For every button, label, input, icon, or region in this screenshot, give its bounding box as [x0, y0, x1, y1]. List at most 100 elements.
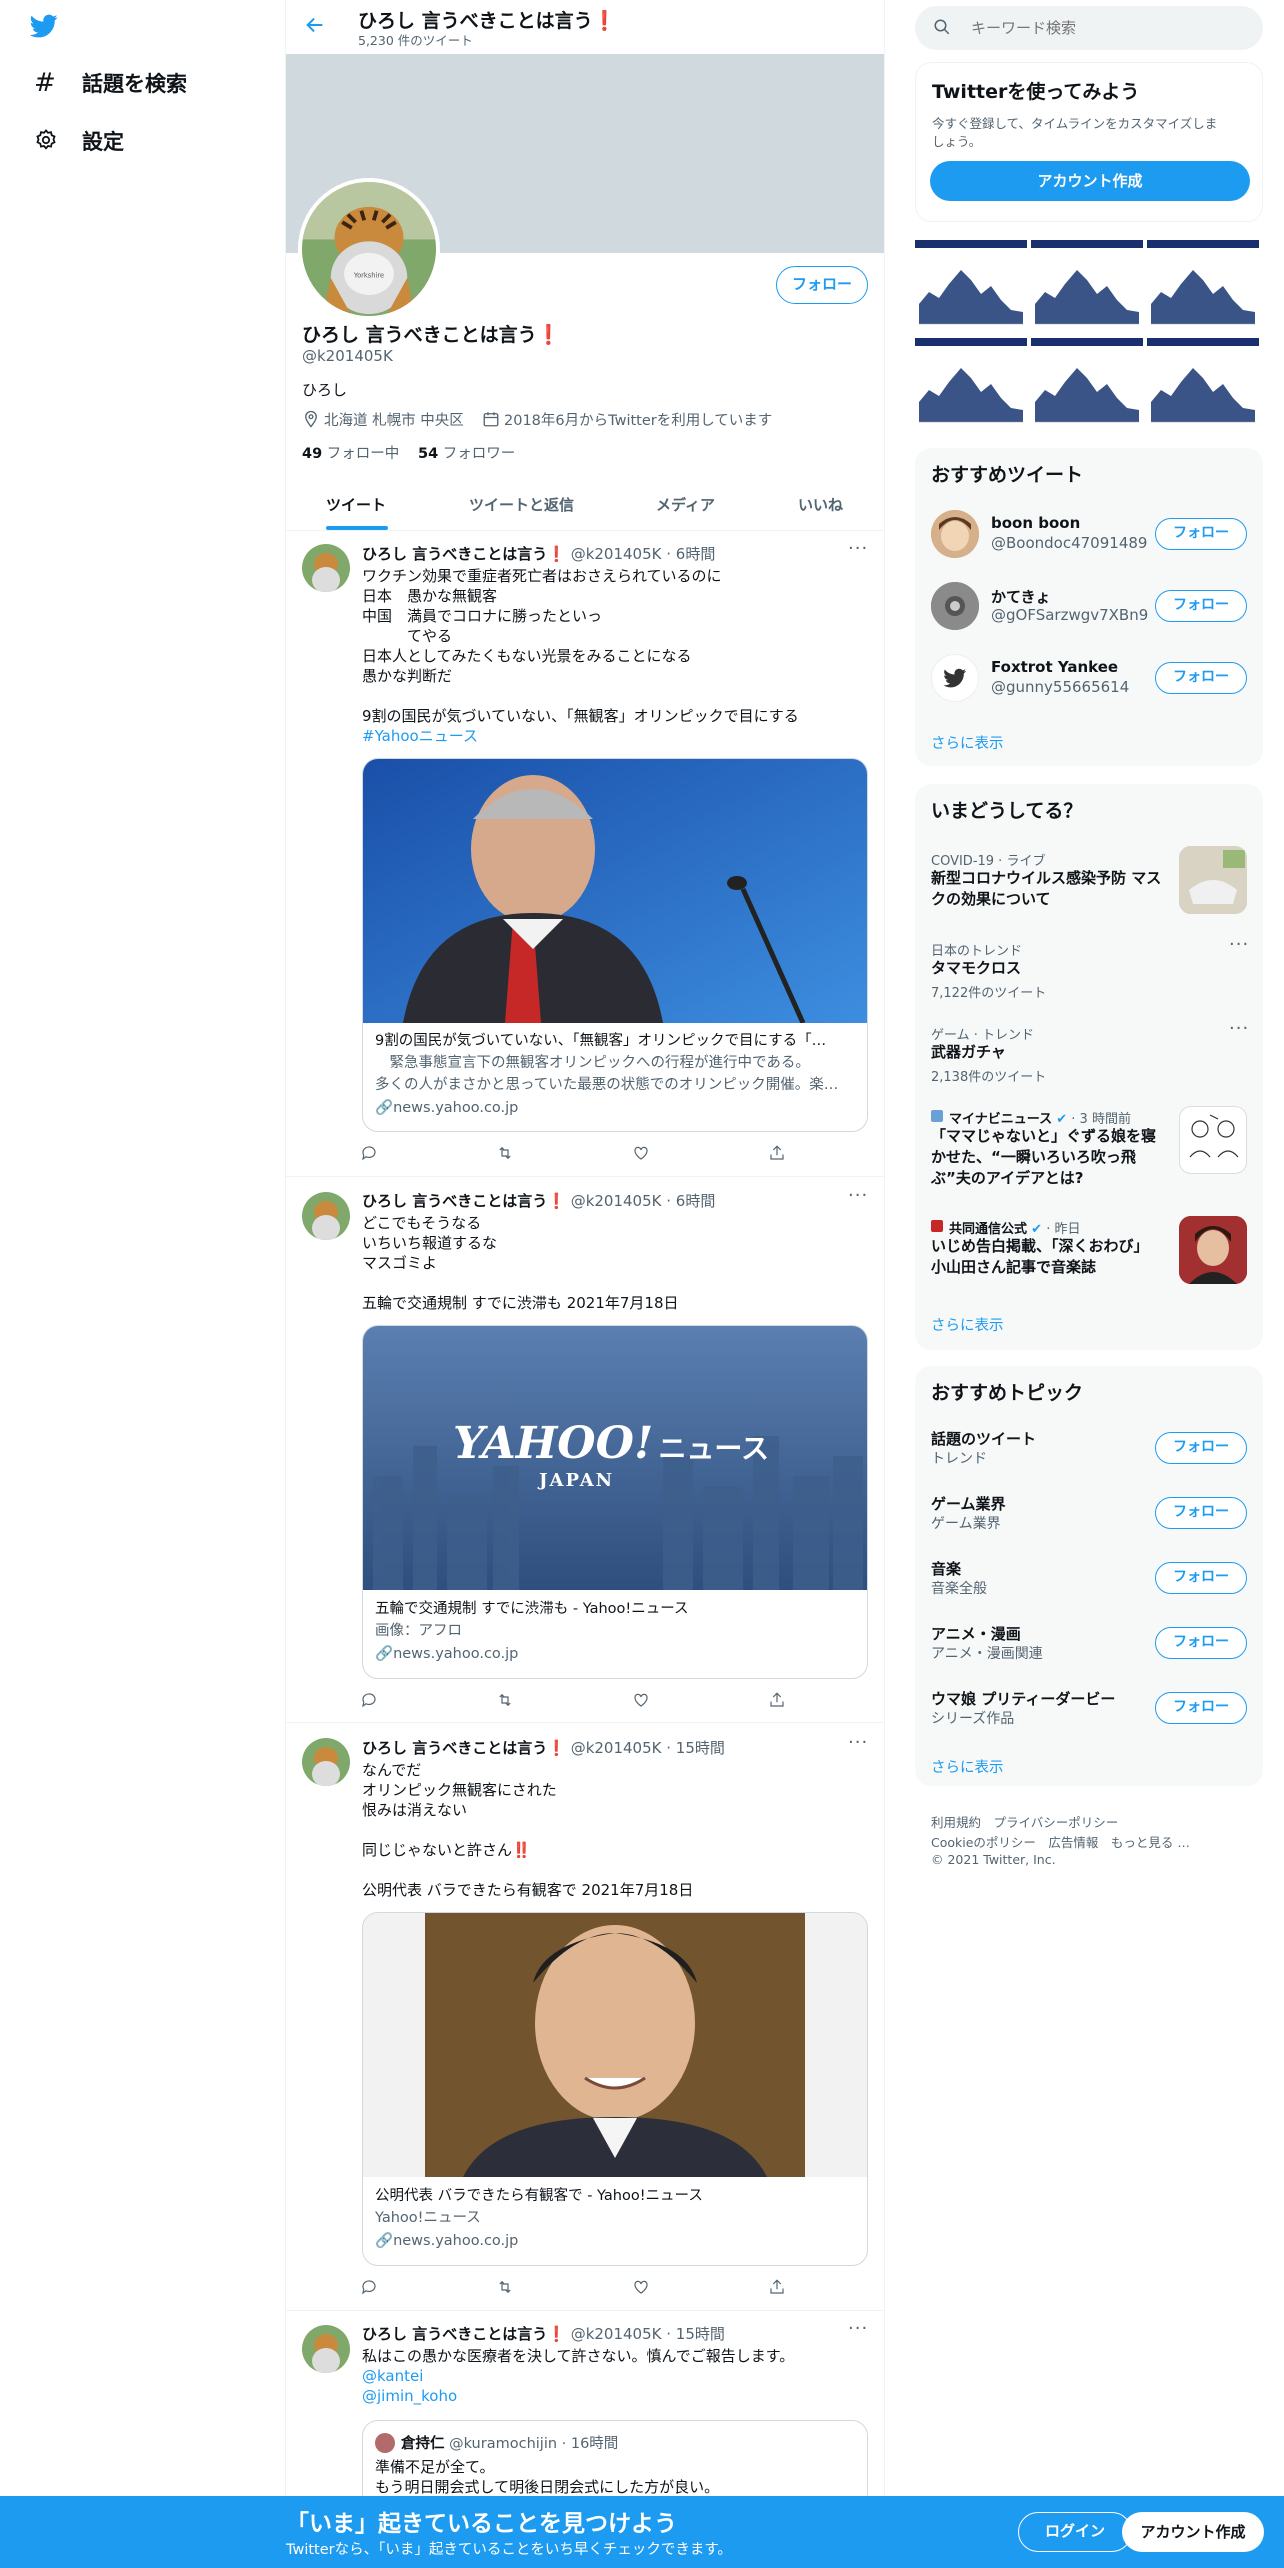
tweet-time[interactable]: · 15時間 [666, 1739, 725, 1757]
user-avatar[interactable] [931, 510, 979, 558]
user-handle: @Boondoc47091489 [991, 534, 1148, 552]
follow-button[interactable]: フォロー [1155, 590, 1247, 622]
followers-link[interactable]: 54 フォロワー [418, 442, 515, 463]
trend-title[interactable]: 新型コロナウイルス感染予防 マス クの効果について [931, 868, 1161, 910]
more-icon[interactable]: ··· [1229, 1018, 1249, 1039]
tweet-header: ひろし 言うべきことは言う❗ @k201405K · 15時間 [362, 1737, 725, 1758]
search-box[interactable] [915, 6, 1263, 50]
reply-icon[interactable] [360, 1691, 382, 1713]
retweet-icon[interactable] [496, 1691, 518, 1713]
tweet-avatar[interactable] [302, 2325, 350, 2373]
reply-icon[interactable] [360, 1144, 382, 1166]
like-icon[interactable] [632, 2278, 654, 2300]
user-avatar[interactable] [931, 582, 979, 630]
more-icon[interactable]: ··· [848, 1732, 868, 1753]
signup-button[interactable]: アカウント作成 [1122, 2512, 1264, 2552]
center-column-border-left [285, 0, 286, 2568]
following-label: フォロー中 [322, 446, 400, 462]
topic-title[interactable]: ウマ娘 プリティーダービー [931, 1688, 1115, 1709]
tweet-author[interactable]: ひろし 言うべきことは言う❗ [362, 1739, 566, 1757]
signup-button[interactable]: アカウント作成 [930, 161, 1250, 201]
topic-title[interactable]: 音楽 [931, 1558, 961, 1579]
follow-button[interactable]: フォロー [1155, 1432, 1247, 1464]
back-arrow-icon[interactable] [304, 14, 328, 38]
follow-button[interactable]: フォロー [1155, 1562, 1247, 1594]
topic-title[interactable]: 話題のツイート [931, 1428, 1036, 1449]
quote-header: 倉持仁 @kuramochijin · 16時間 [401, 2432, 618, 2453]
more-icon[interactable]: ··· [848, 538, 868, 559]
following-link[interactable]: 49 フォロー中 [302, 442, 399, 463]
follow-button[interactable]: フォロー [1155, 1627, 1247, 1659]
nav-settings[interactable]: 設定 [34, 126, 124, 156]
signup-desc: しょう。 [932, 134, 982, 149]
tweet-time[interactable]: · 6時間 [666, 545, 715, 563]
footer-links[interactable]: 利用規約 プライバシーポリシー [931, 1812, 1118, 1831]
user-name[interactable]: boon boon [991, 514, 1080, 532]
link-card[interactable]: YAHOO! ニュース JAPAN 五輪で交通規制 すでに渋滞も - Yahoo… [362, 1325, 868, 1679]
location-icon [302, 410, 320, 428]
nav-explore[interactable]: # 話題を検索 [34, 68, 187, 98]
trend-title[interactable]: 武器ガチャ [931, 1042, 1006, 1063]
topic-title[interactable]: ゲーム業界 [931, 1493, 1006, 1514]
twitter-logo-icon[interactable] [28, 12, 64, 42]
show-more-link[interactable]: さらに表示 [931, 1314, 1004, 1335]
topic-title[interactable]: アニメ・漫画 [931, 1623, 1021, 1644]
tweet-handle[interactable]: @k201405K [571, 2325, 662, 2343]
tweet-time[interactable]: · 15時間 [666, 2325, 725, 2343]
tweet-text-line: ワクチン効果で重症者死亡者はおさえられているのに [362, 567, 722, 585]
follow-button[interactable]: フォロー [776, 266, 868, 304]
follow-button[interactable]: フォロー [1155, 518, 1247, 550]
tab-media[interactable]: メディア [656, 494, 715, 515]
tweet-handle[interactable]: @k201405K [571, 545, 662, 563]
quote-author: 倉持仁 [401, 2436, 445, 2452]
footer-links[interactable]: Cookieのポリシー 広告情報 もっと見る … [931, 1832, 1190, 1851]
mention-link[interactable]: @jimin_koho [362, 2386, 457, 2406]
share-icon[interactable] [768, 1144, 790, 1166]
tweet-author[interactable]: ひろし 言うべきことは言う❗ [362, 545, 566, 563]
trend-title[interactable]: タマモクロス [931, 958, 1021, 979]
tweet-avatar[interactable] [302, 1738, 350, 1786]
like-icon[interactable] [632, 1691, 654, 1713]
share-icon[interactable] [768, 2278, 790, 2300]
tweet-handle[interactable]: @k201405K [571, 1192, 662, 1210]
tweet-author[interactable]: ひろし 言うべきことは言う❗ [362, 2325, 566, 2343]
follow-button[interactable]: フォロー [1155, 1692, 1247, 1724]
user-avatar[interactable] [931, 654, 979, 702]
link-card[interactable]: 9割の国民が気づいていない、「無観客」オリンピックで目にする「… 緊急事態宣言下… [362, 758, 868, 1132]
user-name[interactable]: かてきょ [991, 586, 1051, 607]
card-desc: 画像：アフロ [375, 1623, 462, 1639]
media-grid[interactable] [914, 239, 1263, 430]
tweet-avatar[interactable] [302, 1192, 350, 1240]
tweet-avatar[interactable] [302, 544, 350, 592]
search-input[interactable] [971, 16, 1241, 40]
show-more-link[interactable]: さらに表示 [931, 1756, 1004, 1777]
trend-title[interactable]: いじめ告白掲載、「深くおわび」 小山田さん記事で音楽誌 [931, 1236, 1149, 1278]
more-icon[interactable]: ··· [848, 2318, 868, 2339]
tab-tweets-replies[interactable]: ツイートと返信 [469, 494, 574, 515]
share-icon[interactable] [768, 1691, 790, 1713]
tab-likes[interactable]: いいね [798, 494, 843, 515]
retweet-icon[interactable] [496, 1144, 518, 1166]
more-icon[interactable]: ··· [1229, 934, 1249, 955]
tweet-handle[interactable]: @k201405K [571, 1739, 662, 1757]
tab-tweets[interactable]: ツイート [326, 494, 386, 515]
like-icon[interactable] [632, 1144, 654, 1166]
reply-icon[interactable] [360, 2278, 382, 2300]
more-icon[interactable]: ··· [848, 1185, 868, 1206]
user-name[interactable]: Foxtrot Yankee [991, 658, 1118, 676]
show-more-link[interactable]: さらに表示 [931, 732, 1004, 753]
trend-time: · 昨日 [1046, 1222, 1081, 1237]
topic-sub: ゲーム業界 [931, 1516, 1001, 1532]
profile-avatar[interactable]: Yorkshire [298, 178, 440, 320]
follow-button[interactable]: フォロー [1155, 662, 1247, 694]
link-card[interactable]: 公明代表 バラできたら有観客で - Yahoo!ニュース Yahoo!ニュース … [362, 1912, 868, 2266]
follow-button[interactable]: フォロー [1155, 1497, 1247, 1529]
tweet-time[interactable]: · 6時間 [666, 1192, 715, 1210]
trend-meta: COVID-19 · ライブ [931, 854, 1046, 869]
retweet-icon[interactable] [496, 2278, 518, 2300]
mention-link[interactable]: @kantei [362, 2366, 423, 2386]
login-button[interactable]: ログイン [1018, 2512, 1132, 2552]
hashtag-link[interactable]: #Yahooニュース [362, 726, 478, 746]
tweet-author[interactable]: ひろし 言うべきことは言う❗ [362, 1192, 566, 1210]
trend-title[interactable]: 「ママじゃないと」ぐずる娘を寝 かせた、“一瞬いろいろ吹っ飛 ぶ”夫のアイデアと… [931, 1126, 1156, 1189]
